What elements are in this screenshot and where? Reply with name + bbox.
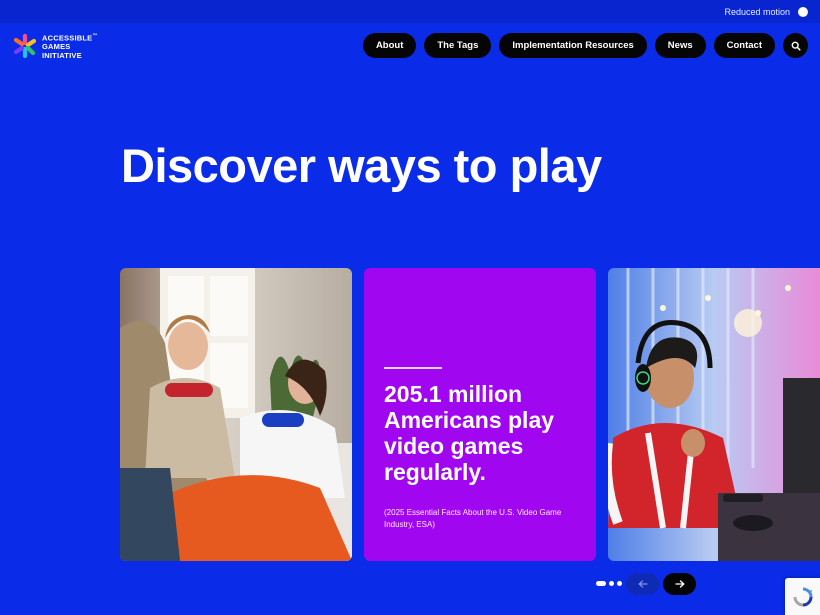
reduced-motion-toggle[interactable] bbox=[798, 6, 808, 17]
stat-source: (2025 Essential Facts About the U.S. Vid… bbox=[384, 508, 562, 529]
search-icon bbox=[791, 41, 801, 51]
nav-contact[interactable]: Contact bbox=[713, 33, 775, 58]
carousel-prev-button[interactable] bbox=[626, 573, 659, 595]
recaptcha-badge[interactable] bbox=[785, 578, 820, 615]
logo-mark-icon bbox=[12, 33, 38, 59]
carousel-pager bbox=[596, 581, 622, 586]
carousel-stat-card: 205.1 million Americans play video games… bbox=[364, 268, 596, 561]
reduced-motion-label: Reduced motion bbox=[724, 6, 790, 17]
utility-bar: Reduced motion bbox=[0, 0, 820, 23]
logo-trademark: ™ bbox=[92, 33, 98, 39]
logo-wordmark: ACCESSIBLE™ GAMES INITIATIVE bbox=[42, 32, 98, 60]
logo-line-3: INITIATIVE bbox=[42, 50, 82, 60]
main-nav: About The Tags Implementation Resources … bbox=[362, 33, 808, 58]
pager-dot-1[interactable] bbox=[596, 581, 606, 586]
stat-divider bbox=[384, 367, 442, 369]
pager-dot-3[interactable] bbox=[617, 581, 622, 586]
carousel-photo-friends-gaming bbox=[120, 268, 352, 561]
arrow-right-icon bbox=[674, 580, 685, 588]
carousel-photo-gamer-headset bbox=[608, 268, 820, 561]
recaptcha-icon bbox=[793, 587, 812, 606]
pager-dot-2[interactable] bbox=[609, 581, 614, 586]
nav-news[interactable]: News bbox=[654, 33, 706, 58]
search-button[interactable] bbox=[783, 33, 808, 58]
hero-title: Discover ways to play bbox=[121, 139, 602, 192]
carousel-next-button[interactable] bbox=[663, 573, 696, 595]
site-logo[interactable]: ACCESSIBLE™ GAMES INITIATIVE bbox=[12, 32, 98, 60]
nav-the-tags[interactable]: The Tags bbox=[424, 33, 492, 58]
nav-implementation-resources[interactable]: Implementation Resources bbox=[499, 33, 647, 58]
stat-headline: 205.1 million Americans play video games… bbox=[384, 381, 555, 485]
nav-about[interactable]: About bbox=[362, 33, 417, 58]
arrow-left-icon bbox=[637, 580, 648, 588]
